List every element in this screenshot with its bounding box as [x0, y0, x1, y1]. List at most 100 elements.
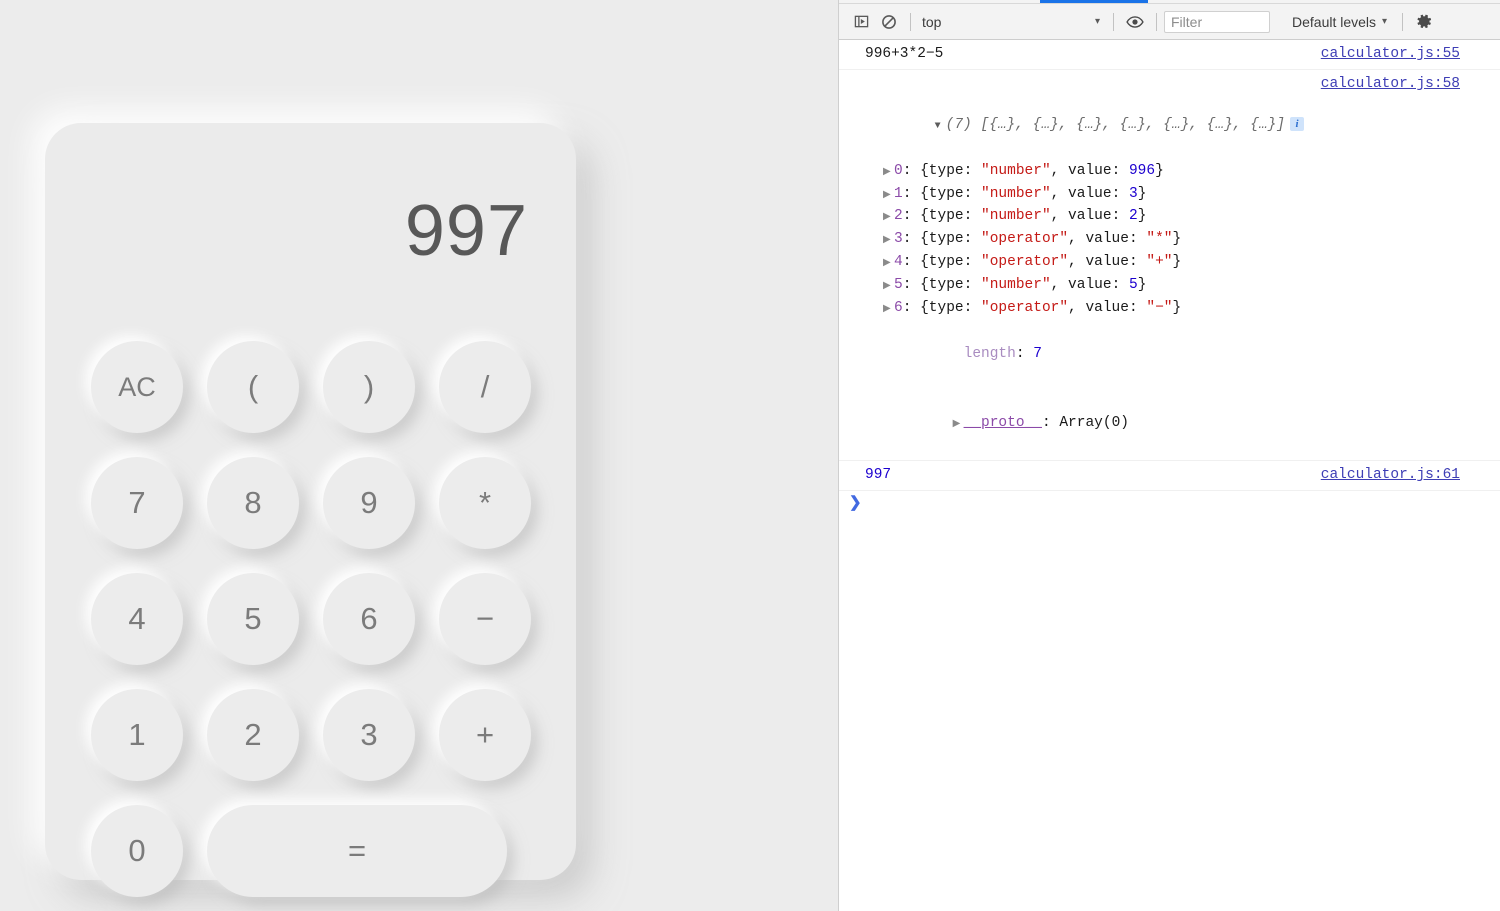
array-entry-row[interactable]: ▶ 3: {type: "operator", value: "*"} — [865, 228, 1492, 251]
array-entry-type: "operator" — [981, 231, 1069, 248]
array-entry-value: "*" — [1146, 231, 1173, 248]
expand-arrow-icon[interactable]: ▶ — [883, 302, 894, 318]
key-4[interactable]: 4 — [91, 573, 183, 665]
gear-icon[interactable] — [1410, 9, 1438, 35]
console-toolbar: top ▾ Default levels ▾ — [839, 4, 1500, 40]
toolbar-divider-3 — [1156, 12, 1157, 31]
array-entry-index: 4 — [894, 254, 903, 271]
array-entry-row[interactable]: ▶ 0: {type: "number", value: 996} — [865, 160, 1492, 183]
array-entry-type: "number" — [981, 185, 1051, 202]
toolbar-divider-4 — [1402, 12, 1404, 31]
expand-arrow-icon[interactable]: ▶ — [883, 188, 894, 204]
array-entry-type: "operator" — [981, 300, 1069, 317]
array-length-key: length — [963, 345, 1016, 362]
array-entry-type: "number" — [981, 277, 1051, 294]
create-live-expression-icon[interactable] — [1121, 9, 1149, 35]
array-entry-type: "number" — [981, 208, 1051, 225]
expand-arrow-icon[interactable]: ▶ — [883, 279, 894, 295]
array-entry-index: 3 — [894, 231, 903, 248]
key-divide[interactable]: / — [439, 341, 531, 433]
array-entry-row[interactable]: ▶ 6: {type: "operator", value: "−"} — [865, 297, 1492, 320]
array-entry-index: 1 — [894, 185, 903, 202]
key-ac[interactable]: AC — [91, 341, 183, 433]
array-entry-type: "number" — [981, 162, 1051, 179]
array-count: (7) — [945, 116, 972, 133]
array-entry-value: 2 — [1128, 208, 1138, 225]
log-levels-select[interactable]: Default levels ▾ — [1284, 10, 1395, 34]
key-0[interactable]: 0 — [91, 805, 183, 897]
console-prompt[interactable]: ❯ — [839, 491, 1500, 517]
console-source-link[interactable]: calculator.js:61 — [1321, 464, 1460, 487]
array-entry-value: 996 — [1128, 162, 1156, 179]
expand-arrow-icon[interactable]: ▼ — [935, 119, 946, 135]
toolbar-divider-2 — [1113, 12, 1114, 31]
expand-arrow-icon[interactable]: ▶ — [883, 256, 894, 272]
array-entry-value: 5 — [1128, 277, 1138, 294]
console-source-link[interactable]: calculator.js:55 — [1321, 43, 1460, 66]
prompt-chevron-icon: ❯ — [849, 495, 862, 513]
chevron-down-icon: ▾ — [1382, 16, 1388, 27]
key-5[interactable]: 5 — [207, 573, 299, 665]
array-length-value: 7 — [1033, 345, 1042, 362]
expand-arrow-icon[interactable]: ▶ — [883, 165, 894, 181]
array-entry-row[interactable]: ▶ 5: {type: "number", value: 5} — [865, 274, 1492, 297]
console-message-result: 997 calculator.js:61 — [839, 461, 1500, 492]
clear-console-icon[interactable] — [875, 9, 903, 35]
array-entry-index: 0 — [894, 162, 903, 179]
toolbar-divider-1 — [910, 12, 911, 31]
filter-input[interactable] — [1164, 10, 1270, 33]
key-8[interactable]: 8 — [207, 457, 299, 549]
array-entry-value: 3 — [1128, 185, 1138, 202]
key-subtract[interactable]: − — [439, 573, 531, 665]
array-proto-row[interactable]: ▶ __proto__: Array(0) — [865, 389, 1492, 458]
array-entry-index: 6 — [894, 300, 903, 317]
console-source-link[interactable]: calculator.js:58 — [1321, 73, 1460, 96]
array-entry-type: "operator" — [981, 254, 1069, 271]
array-entry-row[interactable]: ▶ 4: {type: "operator", value: "+"} — [865, 251, 1492, 274]
array-preview: [{…}, {…}, {…}, {…}, {…}, {…}, {…}] — [980, 116, 1285, 133]
array-entry-value: "−" — [1146, 300, 1173, 317]
devtools-panel: top ▾ Default levels ▾ 996+3*2−5 — [838, 0, 1500, 911]
array-entry-index: 5 — [894, 277, 903, 294]
execution-context-label: top — [922, 13, 942, 30]
info-badge[interactable]: i — [1290, 116, 1304, 131]
proto-key[interactable]: __proto__ — [964, 415, 1042, 431]
array-preview-row[interactable]: ▼ (7) [{…}, {…}, {…}, {…}, {…}, {…}, {…}]… — [865, 91, 1492, 160]
log-levels-label: Default levels — [1292, 13, 1377, 30]
console-message-text: 997 — [865, 467, 892, 484]
array-entry-row[interactable]: ▶ 2: {type: "number", value: 2} — [865, 205, 1492, 228]
key-9[interactable]: 9 — [323, 457, 415, 549]
key-3[interactable]: 3 — [323, 689, 415, 781]
chevron-down-icon: ▾ — [1094, 16, 1100, 27]
console-message-expression: 996+3*2−5 calculator.js:55 — [839, 40, 1500, 70]
array-entries: ▶ 0: {type: "number", value: 996} ▶ 1: {typ… — [865, 160, 1492, 320]
expand-arrow-icon[interactable]: ▶ — [883, 233, 894, 249]
array-length-row: length: 7 — [963, 345, 1042, 362]
key-2[interactable]: 2 — [207, 689, 299, 781]
execution-context-select[interactable]: top ▾ — [918, 10, 1106, 34]
expand-arrow-icon[interactable]: ▶ — [883, 210, 894, 226]
console-message-array: calculator.js:58 ▼ (7) [{…}, {…}, {…}, {…… — [839, 70, 1500, 462]
console-message-list: 996+3*2−5 calculator.js:55 calculator.js… — [839, 40, 1500, 911]
array-entry-value: "+" — [1146, 254, 1173, 271]
console-sidebar-icon[interactable] — [847, 9, 875, 35]
key-equals[interactable]: = — [207, 805, 507, 897]
calculator-display: 997 — [404, 191, 528, 271]
active-tab-indicator — [1040, 0, 1148, 3]
proto-value: Array(0) — [1059, 414, 1129, 431]
key-paren-open[interactable]: ( — [207, 341, 299, 433]
array-entry-row[interactable]: ▶ 1: {type: "number", value: 3} — [865, 183, 1492, 206]
key-7[interactable]: 7 — [91, 457, 183, 549]
key-add[interactable]: + — [439, 689, 531, 781]
array-entry-index: 2 — [894, 208, 903, 225]
key-6[interactable]: 6 — [323, 573, 415, 665]
calculator-page: 997 AC () / 7 8 9 * 4 5 6− 1 2 3 +0 = — [0, 0, 838, 911]
key-1[interactable]: 1 — [91, 689, 183, 781]
calculator-card: 997 AC () / 7 8 9 * 4 5 6− 1 2 3 +0 = — [45, 123, 576, 897]
key-multiply[interactable]: * — [439, 457, 531, 549]
key-paren-close[interactable]: ) — [323, 341, 415, 433]
expand-arrow-icon[interactable]: ▶ — [953, 417, 964, 433]
console-message-text: 996+3*2−5 — [865, 46, 944, 62]
devtools-tabstrip — [839, 0, 1500, 4]
calculator-keypad: AC () / 7 8 9 * 4 5 6− 1 2 3 +0 = — [91, 341, 531, 911]
